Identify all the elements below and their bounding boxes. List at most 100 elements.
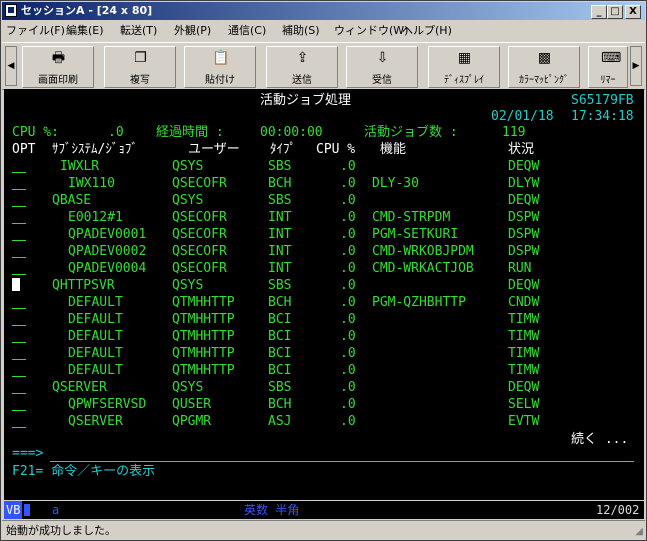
menu-assist[interactable]: 補助(S) <box>282 21 320 41</box>
display-label: ﾃﾞｨｽﾌﾟﾚｲ <box>444 75 484 86</box>
command-prompt: ===> <box>12 446 44 461</box>
opt-input[interactable] <box>12 359 26 360</box>
job-type: SBS <box>268 380 292 395</box>
job-type: INT <box>268 261 292 276</box>
operator-info-area: VB a 英数 半角 12/002 <box>4 501 644 519</box>
opt-input[interactable] <box>12 427 26 428</box>
terminal-screen[interactable]: 活動ジョブ処理 S65179FB 02/01/18 17:34:18 CPU %… <box>4 89 644 500</box>
cpu-value: .0 <box>108 125 124 140</box>
job-type: BCI <box>268 329 292 344</box>
job-name: QSERVER <box>52 380 107 395</box>
job-status: SELW <box>508 397 540 412</box>
job-cpu: .0 <box>340 295 356 310</box>
minimize-button[interactable]: _ <box>591 5 607 19</box>
opt-input[interactable] <box>12 393 26 394</box>
oia-cursor-mark <box>24 504 30 516</box>
send-icon: ⇪ <box>296 50 309 66</box>
send-button[interactable]: ⇪ 送信 <box>266 46 338 88</box>
job-user: QSECOFR <box>172 261 227 276</box>
job-user: QSYS <box>172 159 204 174</box>
command-input-field[interactable] <box>50 461 634 462</box>
opt-input[interactable] <box>12 189 26 190</box>
close-button[interactable]: X <box>625 5 641 19</box>
color-mapping-button[interactable]: ▩ ｶﾗｰﾏｯﾋﾟﾝｸﾞ <box>508 46 580 88</box>
job-status: DEQW <box>508 159 540 174</box>
opt-input[interactable] <box>12 342 26 343</box>
elapsed-value: 00:00:00 <box>260 125 323 140</box>
job-status: EVTW <box>508 414 540 429</box>
menu-file[interactable]: ファイル(F) <box>6 21 65 41</box>
job-status: DEQW <box>508 278 540 293</box>
menu-window[interactable]: ウィンドウ(W) <box>334 21 408 41</box>
print-screen-button[interactable]: 🖶 画面印刷 <box>22 46 94 88</box>
job-cpu: .0 <box>340 210 356 225</box>
title-bar[interactable]: セッションA - [24 x 80] _ □ X <box>2 2 645 20</box>
opt-input[interactable] <box>12 257 26 258</box>
opt-input[interactable] <box>12 274 26 275</box>
job-cpu: .0 <box>340 278 356 293</box>
header-subsystem-job: ｻﾌﾞｼｽﾃﾑ/ｼﾞｮﾌﾞ <box>52 142 138 157</box>
receive-label: 受信 <box>372 75 392 86</box>
remap-icon: ⌨ <box>601 50 622 66</box>
job-user: QSECOFR <box>172 210 227 225</box>
opt-input[interactable] <box>12 223 26 224</box>
display-icon: ▦ <box>457 50 472 66</box>
opt-input[interactable] <box>12 308 26 309</box>
printer-icon: 🖶 <box>51 50 66 66</box>
app-icon[interactable] <box>5 4 17 17</box>
job-user: QTMHHTTP <box>172 329 235 344</box>
oia-indicator: VB <box>4 501 23 519</box>
receive-button[interactable]: ⇩ 受信 <box>346 46 418 88</box>
paste-label: 貼付け <box>205 75 235 86</box>
copy-button[interactable]: ❐ 複写 <box>104 46 176 88</box>
oia-mode: a <box>52 503 60 517</box>
job-type: BCH <box>268 176 292 191</box>
job-user: QTMHHTTP <box>172 346 235 361</box>
remap-button[interactable]: ⌨ ﾘﾏｰ <box>588 46 628 88</box>
opt-input[interactable] <box>12 410 26 411</box>
job-type: INT <box>268 244 292 259</box>
job-status: TIMW <box>508 329 540 344</box>
job-name: QPADEV0004 <box>68 261 147 276</box>
menu-help[interactable]: ヘルプ(H) <box>402 21 452 41</box>
resize-grip-icon[interactable]: ◢ <box>635 522 643 541</box>
paste-button[interactable]: 📋 貼付け <box>184 46 256 88</box>
job-status: DEQW <box>508 380 540 395</box>
maximize-button[interactable]: □ <box>607 5 623 19</box>
job-cpu: .0 <box>340 176 356 191</box>
system-name: S65179FB <box>571 93 634 108</box>
job-status: TIMW <box>508 363 540 378</box>
opt-input[interactable] <box>12 172 26 173</box>
opt-input[interactable] <box>12 240 26 241</box>
date: 02/01/18 <box>491 109 554 124</box>
menu-communication[interactable]: 通信(C) <box>228 21 266 41</box>
job-cpu: .0 <box>340 397 356 412</box>
opt-input[interactable] <box>12 376 26 377</box>
job-user: QSECOFR <box>172 227 227 242</box>
job-cpu: .0 <box>340 227 356 242</box>
job-type: BCH <box>268 397 292 412</box>
toolbar-scroll-left[interactable]: ◀ <box>5 46 17 86</box>
copy-icon: ❐ <box>134 50 147 66</box>
job-name: E0012#1 <box>68 210 123 225</box>
display-button[interactable]: ▦ ﾃﾞｨｽﾌﾟﾚｲ <box>428 46 500 88</box>
menu-edit[interactable]: 編集(E) <box>66 21 104 41</box>
job-name: DEFAULT <box>68 312 123 327</box>
job-status: TIMW <box>508 346 540 361</box>
job-function: PGM-QZHBHTTP <box>372 295 466 310</box>
menu-appearance[interactable]: 外観(P) <box>174 21 211 41</box>
job-cpu: .0 <box>340 312 356 327</box>
job-name: DEFAULT <box>68 295 123 310</box>
job-cpu: .0 <box>340 244 356 259</box>
menu-bar: ファイル(F) 編集(E) 転送(T) 外観(P) 通信(C) 補助(S) ウィ… <box>2 21 645 41</box>
opt-input[interactable] <box>12 325 26 326</box>
job-cpu: .0 <box>340 414 356 429</box>
toolbar-scroll-right[interactable]: ▶ <box>630 46 642 86</box>
job-user: QSYS <box>172 278 204 293</box>
screen-title: 活動ジョブ処理 <box>260 93 352 108</box>
job-type: INT <box>268 210 292 225</box>
job-function: CMD-STRPDM <box>372 210 451 225</box>
paste-icon: 📋 <box>212 50 230 66</box>
opt-input[interactable] <box>12 206 26 207</box>
menu-transfer[interactable]: 転送(T) <box>120 21 157 41</box>
